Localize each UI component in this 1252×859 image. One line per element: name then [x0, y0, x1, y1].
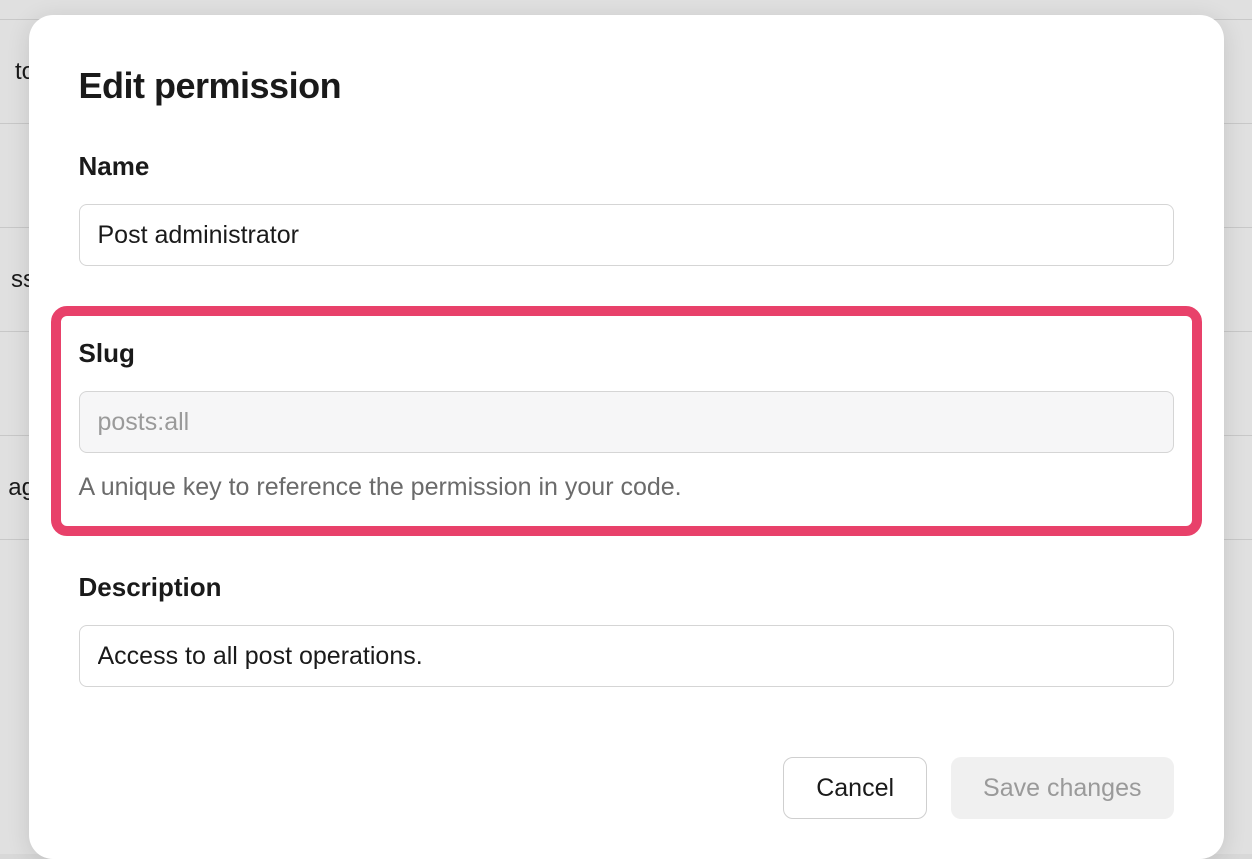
edit-permission-modal: Edit permission Name Slug A unique key t…	[29, 15, 1224, 859]
modal-title: Edit permission	[79, 65, 1174, 107]
cancel-button[interactable]: Cancel	[783, 757, 927, 819]
description-field-group: Description	[79, 572, 1174, 687]
description-label: Description	[79, 572, 1174, 603]
slug-highlight-box: Slug A unique key to reference the permi…	[51, 306, 1202, 536]
slug-input[interactable]	[79, 391, 1174, 453]
slug-label: Slug	[79, 338, 1174, 369]
name-label: Name	[79, 151, 1174, 182]
description-input[interactable]	[79, 625, 1174, 687]
modal-footer: Cancel Save changes	[79, 757, 1174, 819]
name-input[interactable]	[79, 204, 1174, 266]
save-changes-button[interactable]: Save changes	[951, 757, 1173, 819]
name-field-group: Name	[79, 151, 1174, 266]
slug-help-text: A unique key to reference the permission…	[79, 473, 1174, 502]
modal-overlay: Edit permission Name Slug A unique key t…	[0, 0, 1252, 854]
